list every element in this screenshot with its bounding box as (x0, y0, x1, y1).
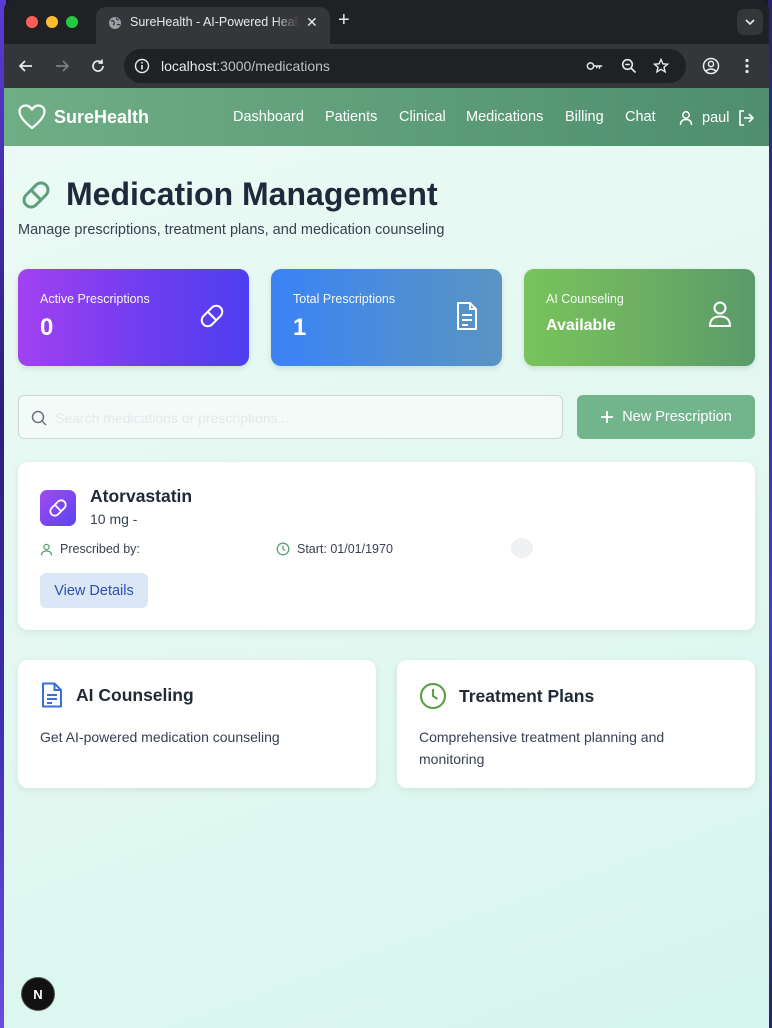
password-key-icon[interactable] (586, 57, 604, 75)
nav-clinical[interactable]: Clinical (399, 109, 446, 125)
page-header: Medication Management (18, 176, 438, 213)
medication-dose: 10 mg - (90, 511, 138, 527)
user-icon (709, 301, 731, 327)
close-window-button[interactable] (26, 16, 38, 28)
brand-logo[interactable]: SureHealth (18, 104, 149, 130)
back-button[interactable] (16, 56, 36, 76)
feature-card-ai-counseling[interactable]: AI Counseling Get AI-powered medication … (18, 660, 376, 788)
status-indicator (511, 538, 533, 558)
document-icon (457, 302, 477, 330)
tab-close-icon[interactable]: ✕ (306, 14, 318, 31)
globe-icon (108, 16, 122, 30)
new-prescription-label: New Prescription (622, 409, 732, 425)
zoom-icon[interactable] (620, 57, 638, 75)
clock-icon (276, 542, 290, 556)
document-icon (42, 682, 62, 708)
user-menu[interactable]: paul (678, 109, 755, 127)
tab-title: SureHealth - AI-Powered Healthcare (130, 15, 300, 29)
browser-toolbar: localhost:3000/medications (4, 44, 769, 88)
arrow-left-icon (18, 60, 32, 72)
pill-icon (200, 304, 224, 328)
profile-button[interactable] (701, 56, 721, 76)
new-tab-button[interactable]: + (338, 10, 350, 30)
pill-icon (22, 181, 50, 208)
plus-icon (601, 411, 614, 423)
feature-description: Comprehensive treatment planning and mon… (419, 729, 665, 767)
reload-button[interactable] (88, 56, 108, 76)
account-circle-icon (702, 57, 720, 75)
bookmark-star-icon[interactable] (652, 57, 670, 75)
stat-card-ai-counseling: AI Counseling Available (524, 269, 755, 366)
search-input[interactable] (55, 407, 545, 429)
stat-card-active-prescriptions: Active Prescriptions 0 (18, 269, 249, 366)
feature-title: Treatment Plans (459, 685, 595, 706)
search-box (18, 395, 563, 439)
forward-button[interactable] (52, 56, 72, 76)
site-info-icon[interactable] (134, 58, 150, 79)
start-date: Start: 01/01/1970 (276, 542, 393, 556)
stat-value: 0 (40, 314, 54, 341)
stat-value: 1 (293, 314, 307, 341)
tab-strip: SureHealth - AI-Powered Healthcare ✕ + (4, 0, 769, 44)
brand-name: SureHealth (54, 106, 150, 127)
heart-icon (18, 104, 46, 130)
arrow-right-icon (56, 60, 70, 72)
nav-chat[interactable]: Chat (625, 109, 656, 125)
browser-tab[interactable]: SureHealth - AI-Powered Healthcare ✕ (96, 7, 330, 44)
stat-label: Active Prescriptions (40, 292, 150, 306)
nextjs-dev-badge[interactable]: N (21, 977, 55, 1011)
prescription-card: Atorvastatin 10 mg - Prescribed by: Star… (18, 462, 755, 630)
browser-window: SureHealth - AI-Powered Healthcare ✕ + l… (4, 0, 769, 1028)
search-icon (31, 410, 47, 426)
nav-dashboard[interactable]: Dashboard (233, 109, 304, 125)
address-bar[interactable]: localhost:3000/medications (124, 49, 686, 83)
feature-title: AI Counseling (76, 684, 194, 705)
tab-search-button[interactable] (737, 9, 763, 35)
nav-billing[interactable]: Billing (565, 109, 604, 125)
page-subtitle: Manage prescriptions, treatment plans, a… (18, 222, 445, 238)
feature-header: AI Counseling (40, 682, 194, 708)
medication-name: Atorvastatin (90, 486, 193, 506)
reload-icon (92, 59, 104, 72)
stat-label: AI Counseling (546, 292, 624, 306)
nav-patients[interactable]: Patients (325, 109, 377, 125)
clock-icon (419, 682, 447, 710)
browser-menu-button[interactable] (737, 56, 757, 76)
username: paul (702, 110, 730, 126)
feature-header: Treatment Plans (419, 682, 594, 710)
minimize-window-button[interactable] (46, 16, 58, 28)
page-content: SureHealth Dashboard Patients Clinical M… (4, 88, 769, 1028)
user-icon (679, 111, 693, 126)
new-prescription-button[interactable]: New Prescription (577, 395, 755, 439)
prescribed-by: Prescribed by: (40, 542, 140, 556)
stat-label: Total Prescriptions (293, 292, 396, 306)
logout-icon[interactable] (737, 109, 755, 127)
feature-description: Get AI-powered medication counseling (40, 729, 280, 745)
feature-card-treatment-plans[interactable]: Treatment Plans Comprehensive treatment … (397, 660, 755, 788)
stat-value: Available (546, 317, 616, 334)
chevron-down-icon (745, 19, 755, 26)
view-details-button[interactable]: View Details (40, 573, 148, 608)
stat-card-total-prescriptions: Total Prescriptions 1 (271, 269, 502, 366)
pill-icon (40, 490, 76, 526)
maximize-window-button[interactable] (66, 16, 78, 28)
nav-medications[interactable]: Medications (466, 109, 543, 125)
user-icon (40, 543, 53, 556)
app-navbar: SureHealth Dashboard Patients Clinical M… (4, 88, 769, 146)
more-vert-icon (745, 58, 749, 74)
url-text: localhost:3000/medications (161, 58, 330, 74)
page-title: Medication Management (66, 176, 438, 212)
